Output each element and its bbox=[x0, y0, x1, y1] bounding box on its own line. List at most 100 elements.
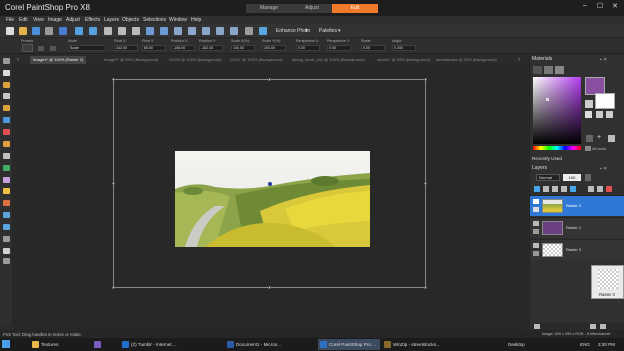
dropper-tool-icon[interactable] bbox=[3, 93, 10, 99]
new-file-icon[interactable] bbox=[6, 27, 14, 35]
tab-adjust[interactable]: Adjust bbox=[289, 4, 335, 13]
position-x-field[interactable]: -156.00 bbox=[171, 45, 195, 51]
doc-tab-image1[interactable]: Image1* @ 100% (Raster 2) bbox=[30, 56, 87, 64]
perspective-y-field[interactable]: 0.00 bbox=[327, 45, 351, 51]
crop-tool-icon[interactable] bbox=[3, 105, 10, 111]
layer-row-raster-2[interactable]: Raster 2 bbox=[530, 195, 624, 216]
text-tool-icon[interactable] bbox=[3, 212, 10, 218]
link-icon[interactable] bbox=[597, 186, 603, 192]
adjustment-layer-icon[interactable] bbox=[561, 186, 567, 192]
color-picker-field[interactable] bbox=[533, 77, 581, 144]
menu-image[interactable]: Image bbox=[48, 16, 62, 24]
clone-tool-icon[interactable] bbox=[3, 153, 10, 159]
selection-tool-icon[interactable] bbox=[3, 82, 10, 88]
new-vector-layer-icon[interactable] bbox=[543, 186, 549, 192]
menu-effects[interactable]: Effects bbox=[85, 16, 100, 24]
handle-middle-right[interactable] bbox=[424, 182, 427, 185]
doc-tab-sheet1[interactable]: sheet1* @ 59% (Background) bbox=[377, 56, 430, 64]
swap-colors-icon[interactable] bbox=[585, 100, 593, 108]
menu-help[interactable]: Help bbox=[191, 16, 201, 24]
lock-icon[interactable] bbox=[533, 207, 539, 212]
lock-icon[interactable] bbox=[585, 174, 591, 181]
reset-icon[interactable] bbox=[38, 46, 44, 51]
clock[interactable]: 3:30 PM bbox=[598, 342, 615, 347]
print-icon[interactable] bbox=[45, 27, 53, 35]
undo-icon[interactable] bbox=[75, 27, 83, 35]
menu-file[interactable]: File bbox=[6, 16, 14, 24]
hue-slider[interactable] bbox=[533, 146, 581, 150]
pen-tool-icon[interactable] bbox=[3, 236, 10, 242]
new-layer-icon[interactable] bbox=[534, 186, 540, 192]
smart-photo-fix-icon[interactable] bbox=[259, 27, 267, 35]
lock-icon[interactable] bbox=[533, 251, 539, 256]
scale-x-field[interactable]: 100.00 bbox=[231, 45, 255, 51]
layer-row-raster-1[interactable]: Raster 1 bbox=[530, 217, 624, 238]
doc-tab-spring-stock[interactable]: spring_stock_011 @ 100% (Background) bbox=[292, 56, 365, 64]
add-color-icon[interactable]: + bbox=[597, 134, 601, 141]
lock-icon[interactable] bbox=[533, 229, 539, 234]
pan-tool-icon[interactable] bbox=[3, 58, 10, 64]
dodge-tool-icon[interactable] bbox=[3, 177, 10, 183]
layers-options-icon[interactable]: ▪ ✕ bbox=[600, 166, 607, 172]
doc-tab-streetstocks[interactable]: streetstocks @ 34% (Background) bbox=[436, 56, 497, 64]
handle-top-center[interactable] bbox=[268, 78, 271, 81]
chevron-down-icon[interactable]: ▾ bbox=[305, 27, 308, 35]
null-color-icon[interactable] bbox=[586, 135, 593, 142]
zoom-100-icon[interactable] bbox=[216, 27, 224, 35]
doc-tab-dox7[interactable]: DOX7 @ 100% (Background) bbox=[230, 56, 283, 64]
menu-window[interactable]: Window bbox=[169, 16, 187, 24]
rainbow-tab-icon[interactable] bbox=[544, 66, 553, 74]
layer-row-raster-3[interactable]: Raster 3 bbox=[530, 239, 624, 260]
scratch-remover-icon[interactable] bbox=[3, 165, 10, 171]
tabs-scroll-left-icon[interactable]: ‹ bbox=[17, 57, 19, 63]
delete-layer-icon[interactable] bbox=[606, 186, 612, 192]
shape-tool-icon[interactable] bbox=[3, 224, 10, 230]
frame-tab-icon[interactable] bbox=[533, 66, 542, 74]
history-undo-icon[interactable] bbox=[146, 27, 154, 35]
all-tools-checkbox[interactable] bbox=[585, 146, 591, 151]
start-icon[interactable] bbox=[2, 340, 10, 348]
menu-edit[interactable]: Edit bbox=[19, 16, 28, 24]
zoom-in-icon[interactable] bbox=[188, 27, 196, 35]
handle-middle-left[interactable] bbox=[112, 182, 115, 185]
merge-icon[interactable] bbox=[590, 324, 596, 329]
doc-tab-dox6[interactable]: DOX6 @ 100% (Background) bbox=[169, 56, 222, 64]
apply-icon[interactable] bbox=[50, 46, 56, 51]
taskbar-item-textures[interactable]: Textures bbox=[30, 339, 88, 350]
handle-bottom-right[interactable] bbox=[424, 286, 427, 289]
handle-top-left[interactable] bbox=[112, 78, 115, 81]
handle-bottom-center[interactable] bbox=[268, 286, 271, 289]
visibility-icon[interactable] bbox=[533, 199, 539, 204]
minimize-icon[interactable]: – bbox=[580, 2, 590, 11]
visibility-icon[interactable] bbox=[533, 243, 539, 248]
shear-field[interactable]: 0.00 bbox=[361, 45, 385, 51]
rotate-icon[interactable] bbox=[118, 27, 126, 35]
taskbar-item-winzip[interactable]: WinZip - streetstocks... bbox=[382, 339, 444, 350]
opacity-field[interactable]: 100 bbox=[563, 174, 581, 181]
background-color-swatch[interactable] bbox=[595, 93, 615, 109]
taskbar-item-word[interactable]: Document1 - Micros... bbox=[225, 339, 289, 350]
panel-options-icon[interactable]: ▪ ✕ bbox=[600, 57, 607, 63]
crop-icon[interactable] bbox=[104, 27, 112, 35]
taskbar-item-tumblr[interactable]: (2) Tumblr - Internet ... bbox=[120, 339, 184, 350]
visibility-icon[interactable] bbox=[533, 221, 539, 226]
maximize-icon[interactable]: ☐ bbox=[595, 2, 605, 11]
scale-y-field[interactable]: 100.00 bbox=[262, 45, 286, 51]
swatches-tab-icon[interactable] bbox=[555, 66, 564, 74]
resize-icon[interactable] bbox=[132, 27, 140, 35]
straighten-tool-icon[interactable] bbox=[3, 117, 10, 123]
taskbar-item-app[interactable] bbox=[92, 339, 106, 350]
menu-selections[interactable]: Selections bbox=[143, 16, 166, 24]
tab-manage[interactable]: Manage bbox=[246, 4, 292, 13]
new-mask-icon[interactable] bbox=[552, 186, 558, 192]
zoom-out-icon[interactable] bbox=[202, 27, 210, 35]
menu-adjust[interactable]: Adjust bbox=[66, 16, 80, 24]
menu-view[interactable]: View bbox=[33, 16, 44, 24]
chevron-down-icon[interactable]: ▾ bbox=[338, 27, 341, 35]
blend-mode-select[interactable]: Normal bbox=[536, 174, 560, 181]
doc-tab-image7[interactable]: Image7* @ 59% (Background) bbox=[104, 56, 158, 64]
history-redo-icon[interactable] bbox=[160, 27, 168, 35]
fg-texture-icon[interactable] bbox=[585, 111, 592, 118]
camera-icon[interactable] bbox=[245, 27, 253, 35]
mode-select[interactable]: Scale bbox=[68, 45, 106, 51]
